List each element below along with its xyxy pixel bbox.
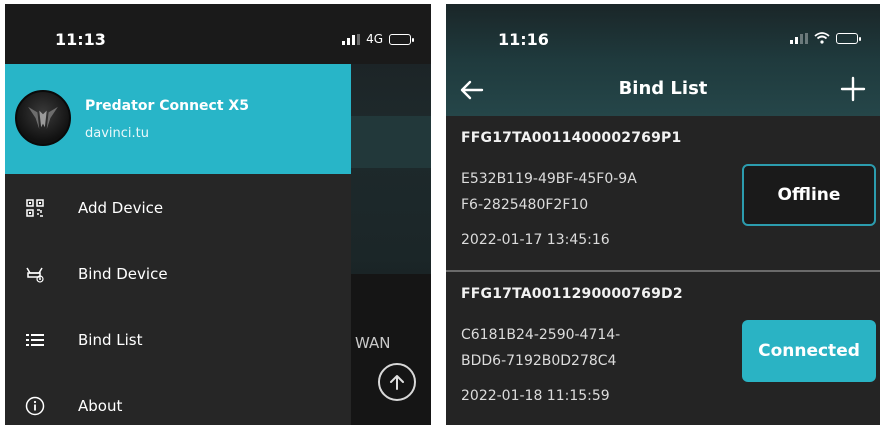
left-phone-screen: 11:13 4G WAN Predator Connect X5 davinci… — [5, 4, 431, 425]
signal-icon — [790, 32, 808, 44]
device-bind-date: 2022-01-18 11:15:59 — [461, 388, 610, 404]
user-name: davinci.tu — [85, 126, 149, 141]
device-uuid-line: F6-2825480F2F10 — [461, 197, 589, 213]
right-phone-screen: 11:16 Bind List FFG17TA0011400002769P1 E… — [446, 4, 880, 425]
menu-item-about[interactable]: About — [5, 374, 351, 425]
wan-label: WAN — [355, 334, 391, 352]
list-icon — [25, 330, 45, 350]
app-name: Predator Connect X5 — [85, 98, 249, 114]
status-bar: 11:13 4G — [5, 4, 431, 64]
device-uuid-line: C6181B24-2590-4714- — [461, 327, 621, 343]
network-type: 4G — [366, 32, 383, 46]
avatar — [15, 90, 71, 146]
router-link-icon — [25, 264, 45, 284]
list-item[interactable]: FFG17TA0011400002769P1 E532B119-49BF-45F… — [446, 116, 880, 272]
navigation-drawer: Predator Connect X5 davinci.tu Add Devic… — [5, 64, 351, 425]
menu-item-bind-list[interactable]: Bind List — [5, 308, 351, 372]
device-serial: FFG17TA0011290000769D2 — [461, 286, 683, 302]
status-icons: 4G — [342, 32, 414, 46]
drawer-header: Predator Connect X5 davinci.tu — [5, 64, 351, 174]
device-bind-date: 2022-01-17 13:45:16 — [461, 232, 610, 248]
connected-status-button[interactable]: Connected — [742, 320, 876, 382]
menu-label-bind-list: Bind List — [78, 331, 143, 349]
status-time: 11:13 — [55, 30, 106, 49]
bind-list: FFG17TA0011400002769P1 E532B119-49BF-45F… — [446, 116, 880, 425]
menu-label-add-device: Add Device — [78, 199, 164, 217]
predator-logo-icon — [28, 106, 58, 130]
nav-header: 11:16 Bind List — [446, 4, 880, 116]
signal-icon — [342, 33, 361, 45]
battery-icon — [389, 33, 414, 45]
offline-status-button[interactable]: Offline — [742, 164, 876, 226]
upload-button[interactable] — [378, 363, 416, 401]
device-uuid: C6181B24-2590-4714- BDD6-7192B0D278C4 — [461, 322, 741, 374]
device-uuid-line: E532B119-49BF-45F0-9A — [461, 171, 637, 187]
list-item[interactable]: FFG17TA0011290000769D2 C6181B24-2590-471… — [446, 272, 880, 425]
menu-item-add-device[interactable]: Add Device — [5, 176, 351, 240]
qr-scan-icon — [25, 198, 45, 218]
info-icon — [25, 396, 45, 416]
battery-icon — [836, 32, 861, 44]
wifi-icon — [814, 32, 830, 44]
plus-icon[interactable] — [840, 76, 866, 102]
arrow-up-icon — [390, 375, 404, 390]
menu-item-bind-device[interactable]: Bind Device — [5, 242, 351, 306]
status-time: 11:16 — [498, 30, 549, 49]
menu-label-about: About — [78, 397, 123, 415]
device-uuid-line: BDD6-7192B0D278C4 — [461, 353, 617, 369]
menu-label-bind-device: Bind Device — [78, 265, 168, 283]
home-background-band — [351, 116, 431, 168]
status-icons — [790, 32, 861, 44]
device-serial: FFG17TA0011400002769P1 — [461, 130, 682, 146]
page-title: Bind List — [618, 78, 708, 99]
device-uuid: E532B119-49BF-45F0-9A F6-2825480F2F10 — [461, 166, 741, 218]
